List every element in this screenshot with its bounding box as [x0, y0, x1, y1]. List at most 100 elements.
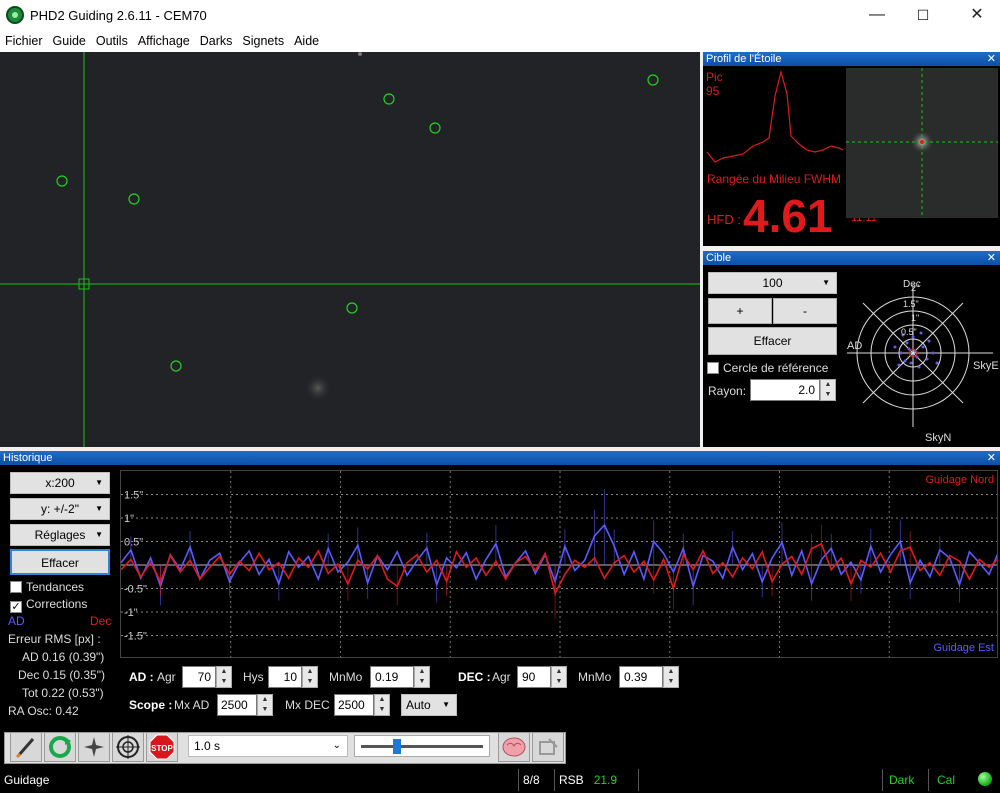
star-select-icon [84, 737, 104, 757]
trends-checkbox[interactable]: Tendances [10, 580, 84, 594]
chevron-down-icon: ▼ [95, 530, 103, 539]
star-marker[interactable] [56, 175, 68, 187]
dec-agr-input[interactable]: 90 [517, 666, 551, 688]
star-marker[interactable] [429, 122, 441, 134]
profile-curve [706, 69, 844, 163]
zoom-out-button[interactable]: - [773, 298, 837, 324]
radius-input[interactable]: 2.0 [750, 379, 820, 401]
legend-ad: AD [8, 614, 25, 628]
ad-mnmo-spinner[interactable]: ▲ ▼ [414, 666, 430, 688]
checkbox-icon[interactable] [10, 581, 22, 593]
star-profile-title-text: Profil de l'Étoile [706, 53, 782, 65]
slider-thumb[interactable] [393, 739, 401, 754]
minimize-button[interactable]: — [854, 0, 900, 30]
target-scale-value: 100 [762, 276, 783, 290]
chevron-down-icon: ▼ [822, 278, 830, 287]
close-icon[interactable]: ✕ [987, 52, 996, 66]
guide-button[interactable] [112, 732, 144, 762]
close-icon[interactable]: ✕ [987, 451, 996, 465]
checkbox-icon[interactable] [707, 362, 719, 374]
history-clear-button[interactable]: Effacer [10, 549, 110, 575]
star-marker[interactable] [170, 360, 182, 372]
scope-mode-dropdown[interactable]: Auto ▼ [401, 694, 457, 716]
connection-led-icon [978, 772, 992, 786]
star-field [0, 52, 700, 447]
close-icon[interactable]: ✕ [987, 251, 996, 265]
profile-mode-label: Rangée du Milieu FWHM [707, 172, 842, 186]
mx-dec-spinner[interactable]: ▲ ▼ [374, 694, 390, 716]
target-scale-dropdown[interactable]: 100 ▼ [708, 272, 837, 294]
y-tick-label: 1" [124, 513, 134, 525]
mx-dec-input[interactable]: 2500 [334, 694, 374, 716]
settings-value: Réglages [34, 528, 86, 542]
status-cal: Cal [928, 769, 970, 791]
mx-ad-spinner[interactable]: ▲ ▼ [257, 694, 273, 716]
loop-button[interactable] [44, 732, 76, 762]
window-title: PHD2 Guiding 2.6.11 - CEM70 [30, 8, 207, 23]
snr-value: 21.9 [593, 773, 618, 787]
target-skye-label: SkyE [973, 360, 999, 372]
checkbox-checked-icon[interactable]: ✓ [10, 601, 22, 613]
star-thumbnail [846, 68, 998, 218]
star-marker[interactable] [346, 302, 358, 314]
exposure-dropdown[interactable]: 1.0 s ⌄ [188, 735, 348, 757]
auto-select-star-button[interactable] [78, 732, 110, 762]
menu-fichier[interactable]: Fichier [0, 30, 48, 48]
y-scale-dropdown[interactable]: y: +/-2" ▼ [10, 498, 110, 520]
menu-signets[interactable]: Signets [237, 30, 289, 48]
slider-track [361, 745, 483, 748]
status-snr: RSB 21.9 [554, 769, 638, 791]
tools-button[interactable] [532, 732, 564, 762]
legend-dec: Dec [90, 614, 112, 628]
ad-hys-input[interactable]: 10 [268, 666, 302, 688]
dec-mnmo-spinner[interactable]: ▲ ▼ [663, 666, 679, 688]
rms-tot: Tot 0.22 (0.53") [22, 686, 104, 700]
close-button[interactable]: ✕ [954, 0, 1000, 30]
menu-guide[interactable]: Guide [48, 30, 91, 48]
ad-params-label: AD : [129, 670, 154, 684]
app-icon [6, 6, 24, 24]
dec-agr-spinner[interactable]: ▲ ▼ [551, 666, 567, 688]
menu-darks[interactable]: Darks [195, 30, 238, 48]
settings-dropdown[interactable]: Réglages ▼ [10, 524, 110, 546]
status-frames: 8/8 [518, 769, 554, 791]
ad-agr-spinner[interactable]: ▲ ▼ [216, 666, 232, 688]
maximize-button[interactable]: ☐ [900, 0, 946, 30]
ra-osc: RA Osc: 0.42 [8, 704, 79, 718]
star-marker[interactable] [647, 74, 659, 86]
zoom-in-button[interactable]: + [708, 298, 772, 324]
target-clear-button[interactable]: Effacer [708, 327, 837, 355]
gamma-slider[interactable] [354, 735, 490, 757]
corrections-checkbox[interactable]: ✓ Corrections [10, 597, 87, 613]
radius-spinner[interactable]: ▲ ▼ [820, 379, 836, 401]
stop-button[interactable]: STOP [146, 732, 178, 762]
equipment-button[interactable] [10, 732, 42, 762]
ad-mnmo-label: MnMo [329, 670, 363, 684]
rms-ad: AD 0.16 (0.39") [22, 650, 105, 664]
rms-dec: Dec 0.15 (0.35") [18, 668, 105, 682]
brain-button[interactable] [498, 732, 530, 762]
camera-view[interactable] [0, 52, 700, 447]
ad-hys-spinner[interactable]: ▲ ▼ [302, 666, 318, 688]
exposure-value: 1.0 s [194, 739, 221, 753]
ad-mnmo-input[interactable]: 0.19 [370, 666, 414, 688]
dec-mnmo-input[interactable]: 0.39 [619, 666, 663, 688]
mx-ad-input[interactable]: 2500 [217, 694, 257, 716]
x-scale-value: x:200 [45, 476, 75, 490]
menu-affichage[interactable]: Affichage [133, 30, 195, 48]
loop-icon [49, 736, 71, 758]
menu-aide[interactable]: Aide [289, 30, 324, 48]
target-skyn-label: SkyN [925, 432, 951, 444]
y-tick-label: -1" [124, 607, 138, 619]
history-title: Historique ✕ [0, 451, 1000, 465]
mx-ad-label: Mx AD [174, 698, 210, 712]
ad-agr-input[interactable]: 70 [182, 666, 216, 688]
history-graph[interactable]: 1.5" 1" 0.5" -0.5" -1" -1.5" [120, 470, 998, 658]
star-marker[interactable] [128, 193, 140, 205]
guide-east-label: Guidage Est [933, 642, 994, 654]
star-marker[interactable] [383, 93, 395, 105]
title-bar: PHD2 Guiding 2.6.11 - CEM70 — ☐ ✕ [0, 0, 1000, 30]
x-scale-dropdown[interactable]: x:200 ▼ [10, 472, 110, 494]
ref-circle-checkbox[interactable]: Cercle de référence [707, 361, 828, 375]
menu-outils[interactable]: Outils [91, 30, 133, 48]
